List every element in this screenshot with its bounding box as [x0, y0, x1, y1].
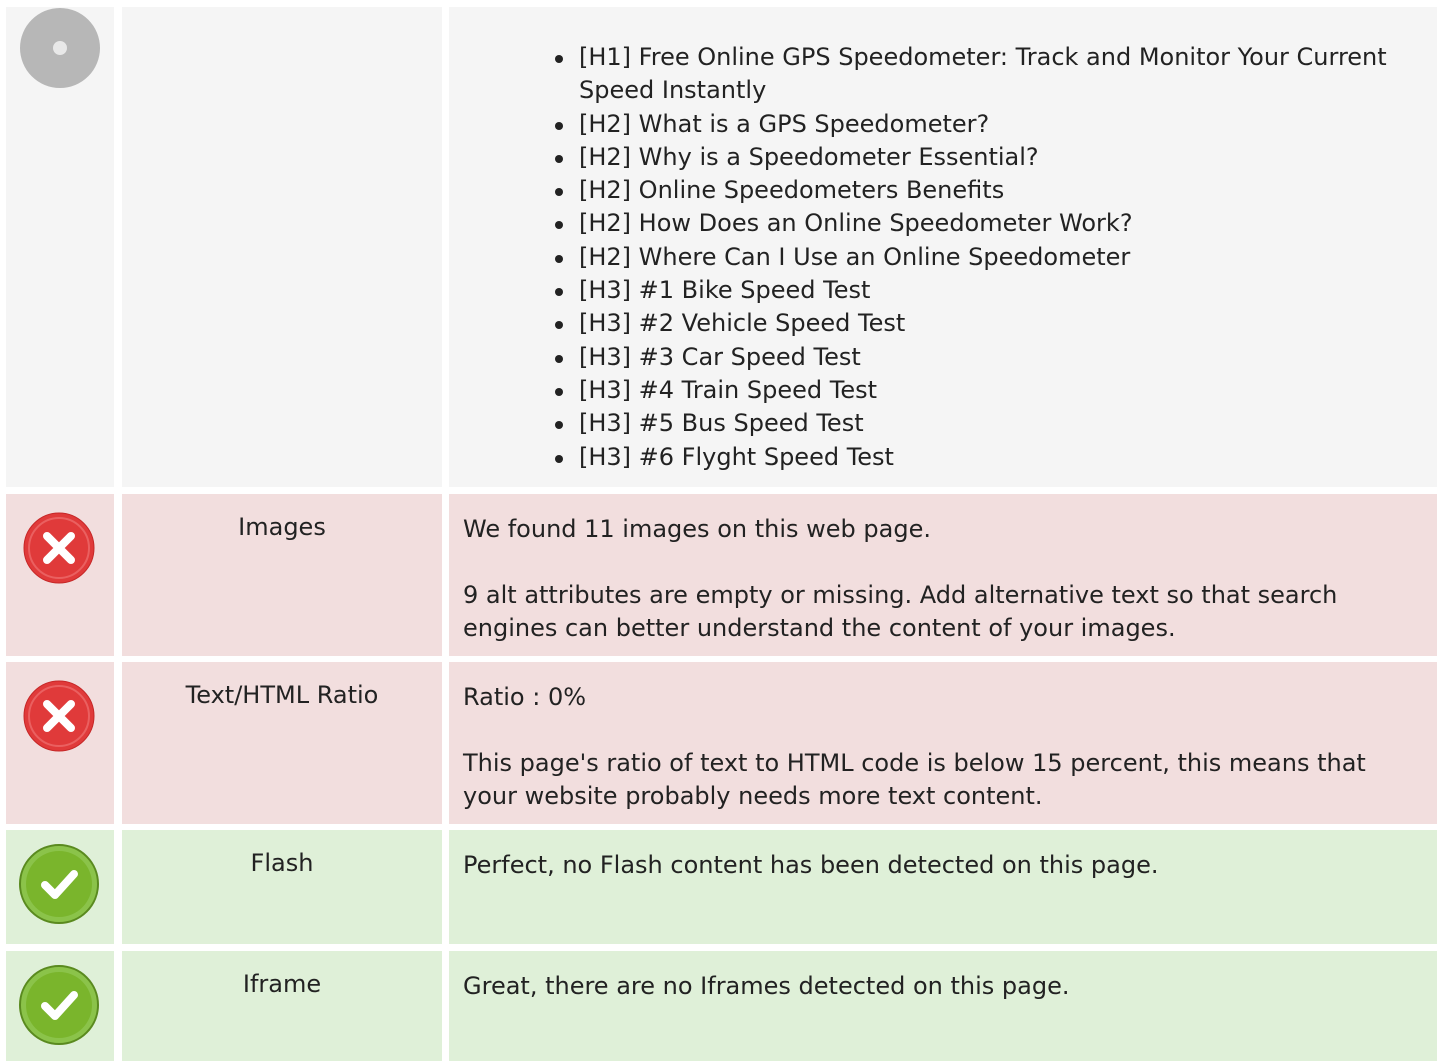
status-cell [6, 662, 114, 824]
result-text: Perfect, no Flash content has been detec… [463, 851, 1159, 879]
status-cell [6, 494, 114, 656]
check-label: Images [238, 513, 326, 541]
content-cell: Perfect, no Flash content has been detec… [449, 830, 1437, 944]
heading-item: [H2] What is a GPS Speedometer? [555, 108, 1423, 141]
status-cell [6, 830, 114, 944]
success-check-icon [19, 844, 99, 924]
advice-text: This page's ratio of text to HTML code i… [463, 749, 1366, 810]
flash-row: Flash Perfect, no Flash content has been… [0, 830, 1446, 944]
label-cell: Flash [122, 830, 442, 944]
label-cell [122, 7, 442, 487]
check-label: Iframe [242, 970, 322, 998]
images-row: Images We found 11 images on this web pa… [0, 494, 1446, 656]
status-cell [6, 951, 114, 1061]
heading-item: [H3] #2 Vehicle Speed Test [555, 307, 1423, 340]
error-x-icon [23, 512, 95, 584]
heading-item: [H2] Online Speedometers Benefits [555, 174, 1423, 207]
heading-item: [H3] #5 Bus Speed Test [555, 407, 1423, 440]
label-cell: Text/HTML Ratio [122, 662, 442, 824]
check-label: Flash [250, 849, 314, 877]
headings-row: [H1] Free Online GPS Speedometer: Track … [0, 7, 1446, 487]
heading-item: [H3] #4 Train Speed Test [555, 374, 1423, 407]
content-cell: Ratio : 0% This page's ratio of text to … [449, 662, 1437, 824]
label-cell: Images [122, 494, 442, 656]
status-cell [6, 7, 114, 487]
heading-item: [H3] #1 Bike Speed Test [555, 274, 1423, 307]
success-check-icon [19, 965, 99, 1045]
error-x-icon [23, 680, 95, 752]
result-text: Ratio : 0% [463, 683, 587, 711]
content-cell: [H1] Free Online GPS Speedometer: Track … [449, 7, 1437, 487]
ratio-row: Text/HTML Ratio Ratio : 0% This page's r… [0, 662, 1446, 824]
heading-item: [H2] How Does an Online Speedometer Work… [555, 207, 1423, 240]
heading-item: [H1] Free Online GPS Speedometer: Track … [555, 41, 1423, 108]
label-cell: Iframe [122, 951, 442, 1061]
iframe-row: Iframe Great, there are no Iframes detec… [0, 951, 1446, 1061]
result-text: Great, there are no Iframes detected on … [463, 972, 1070, 1000]
advice-text: 9 alt attributes are empty or missing. A… [463, 581, 1338, 642]
heading-item: [H2] Why is a Speedometer Essential? [555, 141, 1423, 174]
result-text: We found 11 images on this web page. [463, 515, 931, 543]
headings-list: [H1] Free Online GPS Speedometer: Track … [463, 41, 1423, 474]
info-neutral-icon [20, 8, 100, 88]
heading-item: [H3] #3 Car Speed Test [555, 341, 1423, 374]
check-label: Text/HTML Ratio [185, 681, 379, 709]
content-cell: Great, there are no Iframes detected on … [449, 951, 1437, 1061]
content-cell: We found 11 images on this web page. 9 a… [449, 494, 1437, 656]
heading-item: [H2] Where Can I Use an Online Speedomet… [555, 241, 1423, 274]
heading-item: [H3] #6 Flyght Speed Test [555, 441, 1423, 474]
